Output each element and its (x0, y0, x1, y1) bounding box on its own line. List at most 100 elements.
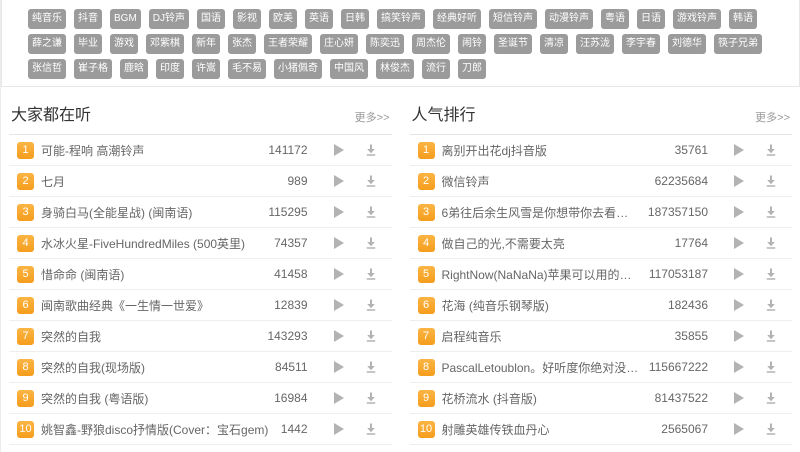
song-title[interactable]: 6弟往后余生风雪是你想带你去看星空万里 (442, 204, 640, 221)
download-button[interactable] (356, 175, 386, 187)
tag-button[interactable]: 邓紫棋 (146, 34, 184, 54)
download-button[interactable] (356, 423, 386, 435)
tag-button[interactable]: 抖音 (74, 9, 102, 29)
play-button[interactable] (322, 423, 356, 435)
song-title[interactable]: 闽南歌曲经典《一生情一世爱》 (41, 297, 266, 314)
tag-button[interactable]: 圣诞节 (494, 34, 532, 54)
tag-button[interactable]: 林俊杰 (376, 59, 414, 79)
download-button[interactable] (756, 361, 786, 373)
tag-button[interactable]: 刀郎 (458, 59, 486, 79)
download-button[interactable] (756, 175, 786, 187)
tag-button[interactable]: 刘德华 (668, 34, 706, 54)
play-button[interactable] (722, 423, 756, 435)
tag-button[interactable]: 庄心妍 (320, 34, 358, 54)
download-button[interactable] (356, 206, 386, 218)
song-title[interactable]: 突然的自我 (41, 328, 259, 345)
play-button[interactable] (722, 361, 756, 373)
tag-button[interactable]: 日语 (637, 9, 665, 29)
more-link[interactable]: 更多>> (755, 111, 790, 125)
play-button[interactable] (322, 206, 356, 218)
song-title[interactable]: 惜命命 (闽南语) (41, 266, 266, 283)
song-title[interactable]: 做自己的光,不需要太亮 (442, 235, 667, 252)
tag-button[interactable]: DJ铃声 (149, 9, 189, 29)
download-button[interactable] (356, 361, 386, 373)
tag-button[interactable]: 纯音乐 (28, 9, 66, 29)
play-button[interactable] (722, 175, 756, 187)
song-title[interactable]: 微信铃声 (442, 173, 647, 190)
download-button[interactable] (756, 206, 786, 218)
tag-button[interactable]: 毛不易 (228, 59, 266, 79)
song-title[interactable]: 花海 (纯音乐钢琴版) (442, 297, 660, 314)
tag-button[interactable]: 流行 (422, 59, 450, 79)
play-button[interactable] (322, 392, 356, 404)
song-title[interactable]: 七月 (41, 173, 279, 190)
play-button[interactable] (322, 237, 356, 249)
tag-button[interactable]: 韩语 (729, 9, 757, 29)
tag-button[interactable]: 许嵩 (192, 59, 220, 79)
tag-button[interactable]: 动漫铃声 (545, 9, 593, 29)
song-title[interactable]: 花桥流水 (抖音版) (442, 390, 647, 407)
tag-button[interactable]: 陈奕迅 (366, 34, 404, 54)
song-title[interactable]: 突然的自我 (粤语版) (41, 390, 266, 407)
tag-button[interactable]: 张杰 (228, 34, 256, 54)
tag-button[interactable]: 王者荣耀 (264, 34, 312, 54)
tag-button[interactable]: 汪苏泷 (576, 34, 614, 54)
tag-button[interactable]: 中国风 (330, 59, 368, 79)
download-button[interactable] (756, 330, 786, 342)
play-button[interactable] (322, 175, 356, 187)
tag-button[interactable]: 搞笑铃声 (377, 9, 425, 29)
play-button[interactable] (722, 144, 756, 156)
tag-button[interactable]: 游戏 (110, 34, 138, 54)
play-button[interactable] (722, 330, 756, 342)
tag-button[interactable]: 英语 (305, 9, 333, 29)
tag-button[interactable]: 崔子格 (74, 59, 112, 79)
tag-button[interactable]: 薛之谦 (28, 34, 66, 54)
play-button[interactable] (722, 299, 756, 311)
tag-button[interactable]: 毕业 (74, 34, 102, 54)
download-button[interactable] (756, 237, 786, 249)
download-button[interactable] (356, 330, 386, 342)
tag-button[interactable]: 鹿晗 (120, 59, 148, 79)
song-title[interactable]: 突然的自我(现场版) (41, 359, 267, 376)
tag-button[interactable]: 张信哲 (28, 59, 66, 79)
tag-button[interactable]: 欧美 (269, 9, 297, 29)
download-button[interactable] (756, 299, 786, 311)
play-button[interactable] (722, 206, 756, 218)
tag-button[interactable]: 短信铃声 (489, 9, 537, 29)
tag-button[interactable]: 周杰伦 (412, 34, 450, 54)
tag-button[interactable]: 李宇春 (622, 34, 660, 54)
tag-button[interactable]: 筷子兄弟 (714, 34, 762, 54)
song-title[interactable]: RightNow(NaNaNa)苹果可以用的铃声 (442, 266, 641, 283)
tag-button[interactable]: 游戏铃声 (673, 9, 721, 29)
tag-button[interactable]: 影视 (233, 9, 261, 29)
song-title[interactable]: 水冰火星-FiveHundredMiles (500英里) (41, 235, 266, 252)
tag-button[interactable]: 闹铃 (458, 34, 486, 54)
play-button[interactable] (322, 144, 356, 156)
tag-button[interactable]: 印度 (156, 59, 184, 79)
song-title[interactable]: 可能-程响 高潮铃声 (41, 142, 260, 159)
download-button[interactable] (356, 299, 386, 311)
tag-button[interactable]: 粤语 (601, 9, 629, 29)
tag-button[interactable]: 国语 (197, 9, 225, 29)
tag-button[interactable]: 清凉 (540, 34, 568, 54)
play-button[interactable] (722, 237, 756, 249)
download-button[interactable] (356, 392, 386, 404)
song-title[interactable]: PascalLetoublon。好听度你绝对没有听过的。 (442, 359, 641, 376)
download-button[interactable] (756, 423, 786, 435)
tag-button[interactable]: BGM (110, 9, 141, 29)
tag-button[interactable]: 小猪佩奇 (274, 59, 322, 79)
tag-button[interactable]: 新年 (192, 34, 220, 54)
song-title[interactable]: 射雕英雄传铁血丹心 (442, 421, 654, 438)
play-button[interactable] (322, 330, 356, 342)
song-title[interactable]: 离别开出花dj抖音版 (442, 142, 667, 159)
download-button[interactable] (756, 392, 786, 404)
download-button[interactable] (356, 268, 386, 280)
song-title[interactable]: 姚智鑫-野狼disco抒情版(Cover：宝石gem) (41, 421, 273, 438)
song-title[interactable]: 身骑白马(全能星战) (闽南语) (41, 204, 260, 221)
play-button[interactable] (322, 268, 356, 280)
download-button[interactable] (356, 144, 386, 156)
tag-button[interactable]: 日韩 (341, 9, 369, 29)
play-button[interactable] (322, 299, 356, 311)
more-link[interactable]: 更多>> (355, 111, 390, 125)
play-button[interactable] (722, 268, 756, 280)
